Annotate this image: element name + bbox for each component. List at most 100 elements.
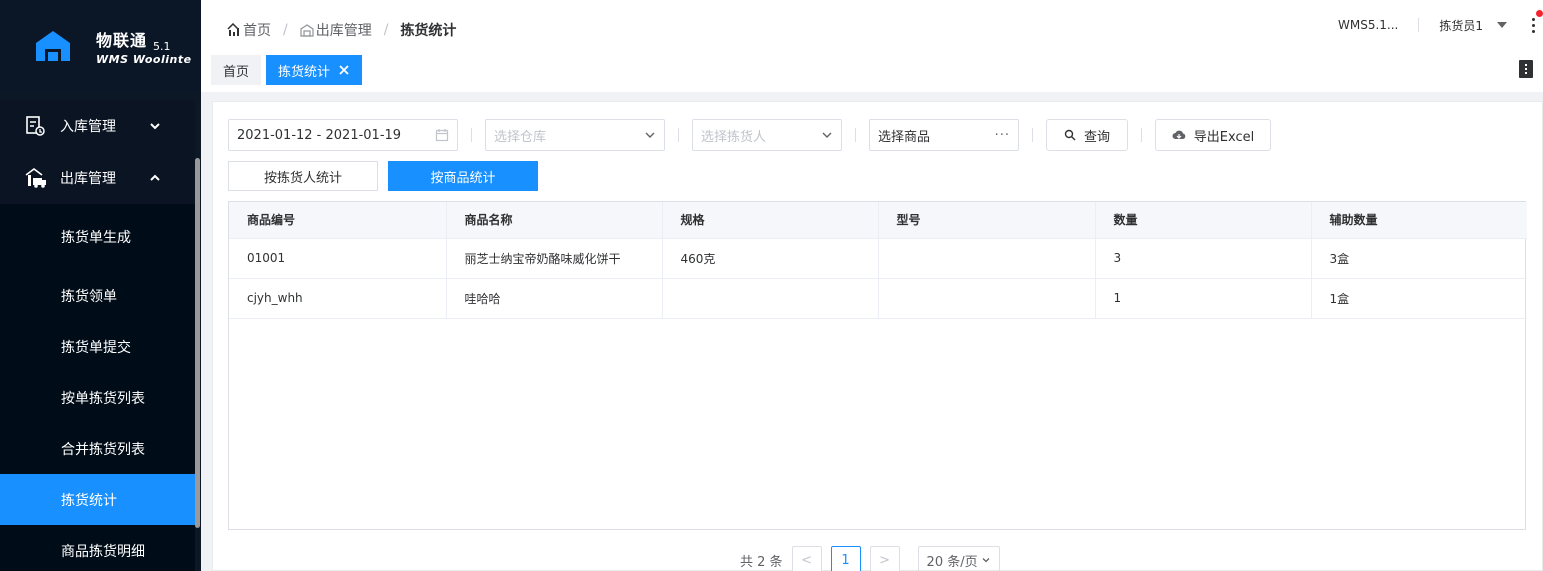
user-name[interactable]: 拣货员1 [1439, 17, 1483, 34]
table-cell [662, 278, 879, 319]
search-icon [1064, 129, 1076, 141]
warehouse-placeholder: 选择仓库 [494, 129, 547, 145]
table-cell: cjyh_whh [229, 278, 447, 319]
column-header: 商品名称 [446, 202, 663, 239]
brand: 物联通 5.1 WMS Woolinte [96, 27, 192, 66]
divider [471, 128, 472, 142]
menu-group-label: 入库管理 [60, 119, 116, 135]
column-header: 商品编号 [229, 202, 447, 239]
tab-menu-icon[interactable] [1519, 60, 1533, 78]
breadcrumb-home[interactable]: 首页 [243, 20, 271, 40]
sidebar-item-product-pick-detail[interactable]: 商品拣货明细 [0, 525, 195, 571]
filter-bar: 2021-01-12 - 2021-01-19 选择仓库 选择拣货人 选择商品 … [228, 119, 1271, 151]
picker-placeholder: 选择拣货人 [701, 129, 767, 145]
export-excel-button[interactable]: 导出Excel [1155, 119, 1271, 151]
table-row: 01001 丽芝士纳宝帝奶酪味威化饼干 460克 3 3盒 [229, 238, 1527, 279]
stats-table: 商品编号 商品名称 规格 型号 数量 辅助数量 01001 丽芝士纳宝帝奶酪味威… [228, 201, 1527, 530]
page-size-value: 20 条/页 [926, 554, 978, 570]
table-cell: 1盒 [1311, 278, 1527, 319]
next-page-button[interactable]: > [869, 546, 900, 571]
warehouse-logo-icon [36, 31, 70, 61]
divider [1418, 18, 1420, 32]
tab-label: 首页 [223, 64, 250, 80]
tab-bar: 首页 拣货统计 [211, 55, 367, 85]
cloud-download-icon [1172, 130, 1186, 139]
home-chart-icon [227, 23, 239, 36]
table-cell: 3盒 [1311, 238, 1527, 279]
header: 首页 / 出库管理 / 拣货统计 WMS5.1... 拣货员1 首页 拣货统计 [201, 0, 1543, 92]
content-card: 2021-01-12 - 2021-01-19 选择仓库 选择拣货人 选择商品 … [212, 101, 1543, 571]
table-header-row: 商品编号 商品名称 规格 型号 数量 辅助数量 [229, 202, 1527, 239]
table-cell: 460克 [662, 238, 879, 279]
divider [1141, 128, 1142, 142]
picker-select[interactable]: 选择拣货人 [692, 119, 842, 151]
sidebar-item-pick-submit[interactable]: 拣货单提交 [0, 321, 195, 372]
breadcrumb: 首页 / 出库管理 / 拣货统计 [227, 20, 456, 40]
system-selector[interactable]: WMS5.1... [1338, 18, 1398, 32]
menu-group-inbound[interactable]: 入库管理 [0, 100, 195, 152]
sidebar-scrollbar[interactable] [195, 158, 200, 528]
warehouse-select[interactable]: 选择仓库 [485, 119, 665, 151]
brand-subtitle: WMS Woolinte [96, 52, 192, 66]
sidebar-menu: 入库管理 出库管理 拣货单生成 拣货领单 拣货单提交 按单拣货列表 合并拣货列表… [0, 100, 195, 571]
date-range-value: 2021-01-12 - 2021-01-19 [237, 127, 402, 143]
product-value: 选择商品 [878, 129, 931, 145]
breadcrumb-separator: / [383, 22, 389, 38]
breadcrumb-current: 拣货统计 [400, 23, 457, 39]
sidebar-item-merged-pick-list[interactable]: 合并拣货列表 [0, 423, 195, 474]
divider [855, 128, 856, 142]
top-right-toolbar: WMS5.1... 拣货员1 [1338, 10, 1543, 34]
table-row: cjyh_whh 哇哈哈 1 1盒 [229, 278, 1527, 319]
breadcrumb-separator: / [283, 22, 288, 38]
close-icon[interactable] [338, 64, 350, 76]
table-cell: 丽芝士纳宝帝奶酪味威化饼干 [446, 238, 663, 279]
logo-area: 物联通 5.1 WMS Woolinte [0, 0, 201, 92]
chevron-down-icon [982, 558, 990, 563]
total-count: 共 2 条 [740, 554, 783, 570]
table-cell: 哇哈哈 [446, 278, 663, 319]
chevron-down-icon [150, 123, 160, 130]
date-range-picker[interactable]: 2021-01-12 - 2021-01-19 [228, 119, 458, 151]
page-size-select[interactable]: 20 条/页 [917, 546, 1000, 571]
query-button[interactable]: 查询 [1046, 119, 1128, 151]
breadcrumb-outbound[interactable]: 出库管理 [316, 20, 372, 40]
query-label: 查询 [1083, 129, 1110, 145]
sidebar: 物联通 5.1 WMS Woolinte 入库管理 出库管理 拣货单生成 拣货领单… [0, 0, 201, 571]
stat-mode-toggle: 按拣货人统计 按商品统计 [228, 161, 548, 191]
sidebar-item-pick-generate[interactable]: 拣货单生成 [0, 204, 195, 270]
by-product-button[interactable]: 按商品统计 [388, 161, 538, 191]
prev-page-button[interactable]: < [791, 546, 822, 571]
outbound-truck-icon [24, 166, 48, 190]
product-select[interactable]: 选择商品 ··· [869, 119, 1019, 151]
tab-home[interactable]: 首页 [211, 55, 262, 85]
chevron-up-icon [150, 174, 160, 181]
divider [1032, 128, 1033, 142]
table-cell: 1 [1095, 278, 1312, 319]
table-cell: 3 [1095, 238, 1312, 279]
page-number-button[interactable]: 1 [830, 546, 861, 571]
brand-version: 5.1 [153, 39, 171, 53]
warehouse-icon [300, 24, 314, 37]
column-header: 规格 [662, 202, 879, 239]
tab-pick-stats[interactable]: 拣货统计 [266, 55, 363, 85]
export-label: 导出Excel [1193, 129, 1255, 145]
caret-down-icon[interactable] [1497, 22, 1507, 28]
table-cell: 01001 [229, 238, 447, 279]
inbound-icon [24, 114, 48, 138]
menu-group-outbound[interactable]: 出库管理 [0, 152, 195, 204]
column-header: 辅助数量 [1311, 202, 1527, 239]
sidebar-item-pick-claim[interactable]: 拣货领单 [0, 270, 195, 321]
brand-name: 物联通 [96, 30, 148, 50]
more-vertical-icon[interactable] [1523, 10, 1543, 34]
sidebar-item-order-pick-list[interactable]: 按单拣货列表 [0, 372, 195, 423]
menu-group-label: 出库管理 [60, 171, 116, 187]
table-cell [878, 278, 1096, 319]
divider [678, 128, 679, 142]
column-header: 型号 [878, 202, 1096, 239]
sidebar-item-pick-stats[interactable]: 拣货统计 [0, 474, 195, 525]
ellipsis-icon[interactable]: ··· [995, 128, 1010, 143]
chevron-down-icon [822, 132, 832, 138]
by-picker-button[interactable]: 按拣货人统计 [228, 161, 378, 191]
table-cell [878, 238, 1096, 279]
chevron-down-icon [645, 132, 655, 138]
